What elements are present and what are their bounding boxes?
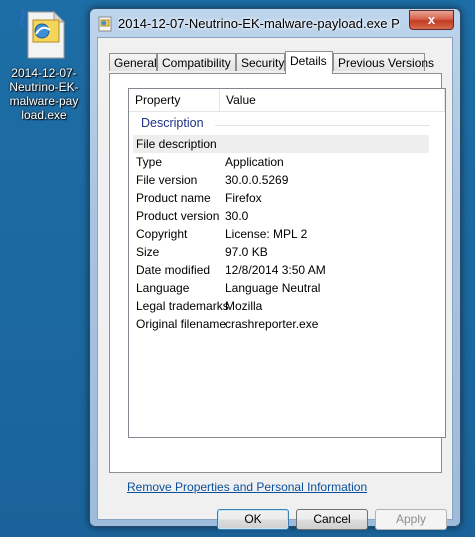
column-property[interactable]: Property (129, 89, 220, 111)
desktop-icon-label: 2014-12-07- Neutrino-EK- malware-pay loa… (9, 66, 79, 122)
ok-button[interactable]: OK (217, 509, 289, 530)
window-title: 2014-12-07-Neutrino-EK-malware-payload.e… (118, 16, 400, 31)
list-item[interactable]: Type Application (133, 153, 429, 171)
properties-dialog: 2014-12-07-Neutrino-EK-malware-payload.e… (89, 8, 461, 530)
details-list[interactable]: Property Value Description File descript… (128, 88, 446, 438)
list-item[interactable]: Product name Firefox (133, 189, 429, 207)
list-item[interactable]: File description (133, 135, 429, 153)
cancel-button[interactable]: Cancel (296, 509, 368, 530)
close-button[interactable]: x (409, 10, 454, 30)
list-item[interactable]: Product version 30.0 (133, 207, 429, 225)
list-item[interactable]: Date modified 12/8/2014 3:50 AM (133, 261, 429, 279)
list-item[interactable]: File version 30.0.0.5269 (133, 171, 429, 189)
exe-file-icon (18, 8, 68, 60)
list-item[interactable]: Copyright License: MPL 2 (133, 225, 429, 243)
tab-security[interactable]: Security (236, 53, 285, 71)
group-header-description[interactable]: Description (133, 115, 433, 133)
file-icon (97, 16, 113, 32)
list-item[interactable]: Legal trademarks Mozilla (133, 297, 429, 315)
column-value[interactable]: Value (220, 89, 445, 111)
apply-button[interactable]: Apply (375, 509, 447, 530)
remove-properties-link[interactable]: Remove Properties and Personal Informati… (127, 480, 367, 494)
tab-previous-versions[interactable]: Previous Versions (333, 53, 434, 71)
dialog-body: General Compatibility Security Details P… (97, 37, 453, 530)
title-bar[interactable]: 2014-12-07-Neutrino-EK-malware-payload.e… (90, 9, 460, 37)
list-header: Property Value (129, 89, 445, 112)
details-panel: Property Value Description File descript… (109, 73, 446, 473)
list-item[interactable]: Size 97.0 KB (133, 243, 429, 261)
tab-compatibility[interactable]: Compatibility (157, 53, 236, 71)
tab-general[interactable]: General (109, 53, 157, 71)
tab-details[interactable]: Details (285, 51, 333, 74)
list-item[interactable]: Original filename crashreporter.exe (133, 315, 429, 333)
list-item[interactable]: Language Language Neutral (133, 279, 429, 297)
desktop-file-icon[interactable]: 2014-12-07- Neutrino-EK- malware-pay loa… (4, 8, 84, 122)
